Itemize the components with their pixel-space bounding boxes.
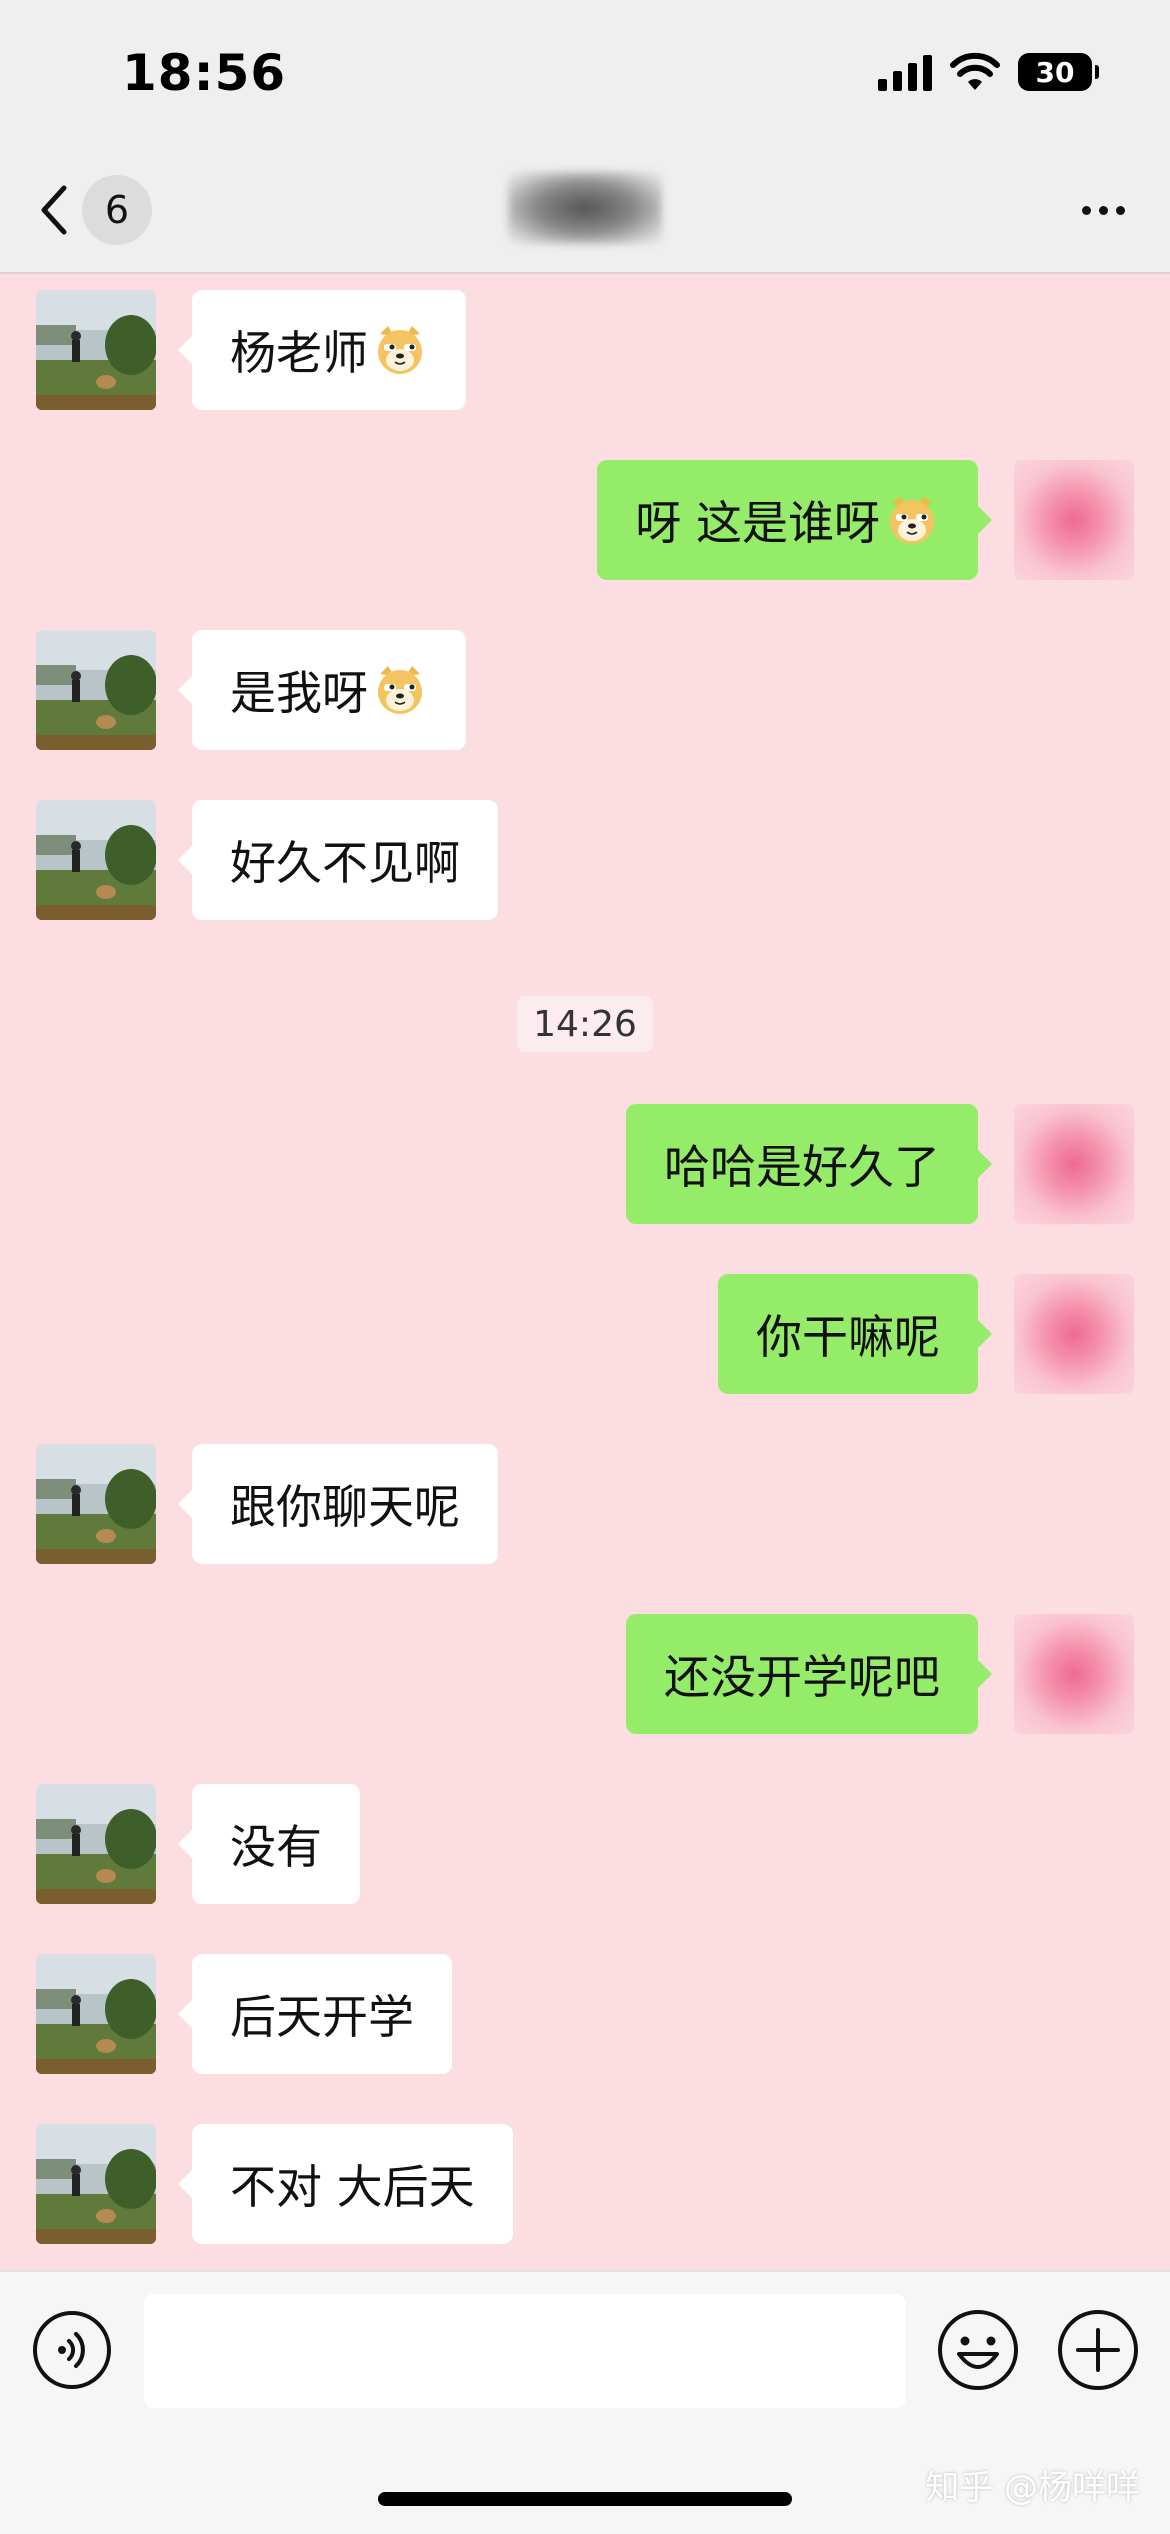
status-icons: 30 (878, 52, 1099, 92)
contact-avatar[interactable] (36, 800, 156, 920)
message-bubble[interactable]: 好久不见啊 (178, 800, 498, 920)
more-dot (1098, 205, 1108, 215)
battery-icon: 30 (1018, 53, 1099, 91)
message-text: 你干嘛呢 (756, 1310, 940, 1364)
more-dot (1081, 205, 1091, 215)
plus-icon[interactable] (1056, 2308, 1140, 2392)
more-options-button[interactable] (1068, 190, 1138, 230)
wifi-icon (950, 52, 1000, 90)
home-indicator[interactable] (378, 2492, 792, 2506)
contact-avatar[interactable] (36, 1954, 156, 2074)
my-avatar[interactable] (1014, 1614, 1134, 1734)
message-input[interactable] (144, 2294, 906, 2408)
doge-emoji-icon (372, 662, 428, 718)
watermark: 知乎 @杨咩咩 (925, 2468, 1140, 2508)
my-avatar[interactable] (1014, 460, 1134, 580)
sent-message-row: 哈哈是好久了 (0, 1104, 1170, 1224)
back-button[interactable]: 6 (34, 170, 194, 250)
message-bubble[interactable]: 还没开学呢吧 (626, 1614, 992, 1734)
status-time: 18:56 (122, 44, 287, 102)
contact-avatar[interactable] (36, 630, 156, 750)
received-message-row: 跟你聊天呢 (0, 1444, 1170, 1564)
voice-input-icon[interactable] (32, 2310, 112, 2390)
nav-bar: 6 (0, 150, 1170, 274)
received-message-row: 没有 (0, 1784, 1170, 1904)
message-text: 好久不见啊 (230, 836, 460, 890)
doge-emoji-icon (372, 322, 428, 378)
contact-avatar[interactable] (36, 2124, 156, 2244)
sent-message-row: 你干嘛呢 (0, 1274, 1170, 1394)
doge-emoji-icon (884, 492, 940, 548)
sent-message-row: 呀 这是谁呀 (0, 460, 1170, 580)
cellular-signal-icon (878, 53, 932, 91)
emoji-icon[interactable] (936, 2308, 1020, 2392)
message-bubble[interactable]: 杨老师 (178, 290, 466, 410)
chat-title-blurred (508, 172, 662, 244)
message-text: 呀 这是谁呀 (635, 496, 880, 550)
message-timestamp: 14:26 (517, 996, 653, 1052)
my-avatar[interactable] (1014, 1274, 1134, 1394)
sent-message-row: 还没开学呢吧 (0, 1614, 1170, 1734)
message-text: 跟你聊天呢 (230, 1480, 460, 1534)
contact-avatar[interactable] (36, 290, 156, 410)
message-bubble[interactable]: 呀 这是谁呀 (597, 460, 992, 580)
chat-message-list[interactable]: 杨老师呀 这是谁呀是我呀好久不见啊哈哈是好久了你干嘛呢跟你聊天呢还没开学呢吧没有… (0, 274, 1170, 2274)
received-message-row: 是我呀 (0, 630, 1170, 750)
message-text: 后天开学 (230, 1990, 414, 2044)
message-bubble[interactable]: 没有 (178, 1784, 360, 1904)
received-message-row: 后天开学 (0, 1954, 1170, 2074)
message-bubble[interactable]: 你干嘛呢 (718, 1274, 992, 1394)
message-text: 哈哈是好久了 (664, 1140, 940, 1194)
contact-avatar[interactable] (36, 1444, 156, 1564)
message-text: 杨老师 (230, 326, 368, 380)
message-text: 还没开学呢吧 (664, 1650, 940, 1704)
received-message-row: 杨老师 (0, 290, 1170, 410)
message-bubble[interactable]: 跟你聊天呢 (178, 1444, 498, 1564)
message-text: 是我呀 (230, 666, 368, 720)
message-bubble[interactable]: 不对 大后天 (178, 2124, 513, 2244)
chevron-left-icon (41, 185, 67, 235)
received-message-row: 不对 大后天 (0, 2124, 1170, 2244)
message-bubble[interactable]: 后天开学 (178, 1954, 452, 2074)
message-bubble[interactable]: 哈哈是好久了 (626, 1104, 992, 1224)
message-text: 没有 (230, 1820, 322, 1874)
battery-level: 30 (1035, 55, 1075, 89)
contact-avatar[interactable] (36, 1784, 156, 1904)
more-dot (1115, 205, 1125, 215)
message-text: 不对 大后天 (230, 2160, 475, 2214)
message-bubble[interactable]: 是我呀 (178, 630, 466, 750)
unread-count-badge: 6 (82, 175, 152, 245)
received-message-row: 好久不见啊 (0, 800, 1170, 920)
status-bar: 18:56 30 (0, 0, 1170, 150)
my-avatar[interactable] (1014, 1104, 1134, 1224)
